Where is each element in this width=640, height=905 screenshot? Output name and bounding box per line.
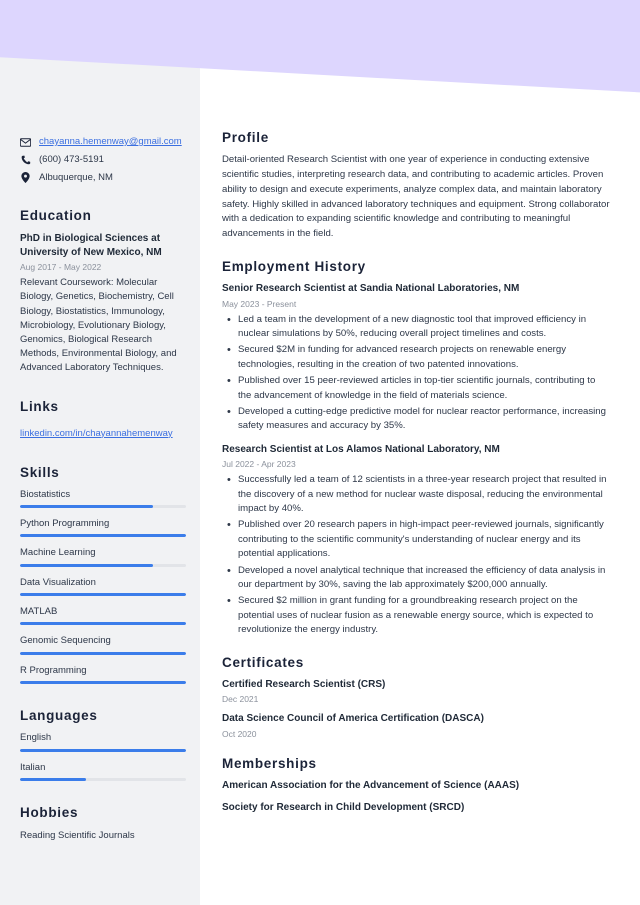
hobbies-heading: Hobbies xyxy=(20,804,79,820)
contact-location-text: Albuquerque, NM xyxy=(39,171,113,183)
job-entry: Research Scientist at Los Alamos Nationa… xyxy=(222,443,610,638)
skill-item: Genomic Sequencing xyxy=(20,635,186,655)
certificate-date: Oct 2020 xyxy=(222,728,257,739)
skill-item: R Programming xyxy=(20,664,186,685)
job-role: Senior Research Scientist at Sandia Nati… xyxy=(222,283,520,295)
skill-level-fill xyxy=(20,534,186,538)
map-pin-icon xyxy=(20,172,31,184)
skill-label: R Programming xyxy=(20,664,87,676)
memberships-list: American Association for the Advancement… xyxy=(222,779,610,815)
language-label: Italian xyxy=(20,761,46,773)
jobs-list: Senior Research Scientist at Sandia Nati… xyxy=(222,282,610,637)
languages-heading: Languages xyxy=(20,708,98,724)
job-date: Jul 2022 - Apr 2023 xyxy=(222,459,296,470)
skill-level-fill xyxy=(20,681,186,685)
education-heading: Education xyxy=(20,208,92,224)
contact-email[interactable]: chayanna.hemenway@gmail.com xyxy=(20,136,186,149)
job-entry: Senior Research Scientist at Sandia Nati… xyxy=(222,282,610,434)
skill-label: MATLAB xyxy=(20,606,58,618)
language-level-track xyxy=(20,777,186,781)
skill-item: Data Visualization xyxy=(20,576,186,597)
skill-level-fill xyxy=(20,563,153,567)
job-bullet: Developed a cutting-edge predictive mode… xyxy=(222,404,610,434)
education-entry: PhD in Biological Sciences at University… xyxy=(20,232,186,374)
job-bullet: Published over 15 peer-reviewed articles… xyxy=(222,373,610,403)
certificates-section: Certificates Certified Research Scientis… xyxy=(222,655,610,739)
skill-level-fill xyxy=(20,505,153,509)
main-content: Profile Detail-oriented Research Scienti… xyxy=(200,0,640,832)
skill-label: Data Visualization xyxy=(20,576,96,588)
envelope-icon xyxy=(20,136,31,148)
resume-page: Chayanna Hemenway Research Scientist cha… xyxy=(0,0,640,905)
skill-item: Python Programming xyxy=(20,518,186,538)
memberships-section: Memberships American Association for the… xyxy=(222,756,610,815)
employment-heading: Employment History xyxy=(222,259,366,275)
links-heading: Links xyxy=(20,398,59,414)
skill-item: MATLAB xyxy=(20,606,186,626)
skill-level-fill xyxy=(20,593,186,597)
phone-icon xyxy=(20,154,31,166)
job-bullets: Successfully led a team of 12 scientists… xyxy=(222,472,610,637)
profile-heading: Profile xyxy=(222,130,269,145)
certificate-entry: Certified Research Scientist (CRS) Dec 20… xyxy=(222,678,610,705)
sidebar-content: chayanna.hemenway@gmail.com (600) 473-51… xyxy=(0,0,200,843)
skill-label: Genomic Sequencing xyxy=(20,635,111,647)
job-bullets: Led a team in the development of a new d… xyxy=(222,312,610,434)
skill-level-track xyxy=(20,563,186,567)
skill-label: Biostatistics xyxy=(20,488,71,500)
job-bullet: Developed a novel analytical technique t… xyxy=(222,563,610,593)
skill-item: Machine Learning xyxy=(20,547,186,567)
certificate-entry: Data Science Council of America Certific… xyxy=(222,712,610,739)
certificates-heading: Certificates xyxy=(222,654,304,670)
job-bullet: Secured $2 million in grant funding for … xyxy=(222,593,610,637)
contact-phone-text: (600) 473-5191 xyxy=(39,153,104,165)
certificates-list: Certified Research Scientist (CRS) Dec 20… xyxy=(222,678,610,739)
skill-level-track xyxy=(20,681,186,685)
contact-email-link[interactable]: chayanna.hemenway@gmail.com xyxy=(39,136,182,149)
languages-list: English Italian xyxy=(20,732,186,781)
certificate-name: Certified Research Scientist (CRS) xyxy=(222,678,386,690)
skills-list: Biostatistics Python Programming Machine L… xyxy=(20,488,186,685)
contact-list: chayanna.hemenway@gmail.com (600) 473-51… xyxy=(20,136,186,184)
job-role: Research Scientist at Los Alamos Nationa… xyxy=(222,443,500,455)
education-date: Aug 2017 - May 2022 xyxy=(20,262,102,273)
job-bullet: Successfully led a team of 12 scientists… xyxy=(222,472,610,516)
language-label: English xyxy=(20,732,52,744)
certificate-date: Dec 2021 xyxy=(222,694,259,705)
profile-text: Detail-oriented Research Scientist with … xyxy=(222,154,610,240)
language-item: Italian xyxy=(20,762,186,781)
hobby-item: Reading Scientific Journals xyxy=(20,829,135,841)
skill-item: Biostatistics xyxy=(20,488,186,509)
contact-phone: (600) 473-5191 xyxy=(20,154,186,167)
contact-location: Albuquerque, NM xyxy=(20,172,186,185)
skill-level-fill xyxy=(20,651,186,655)
memberships-heading: Memberships xyxy=(222,755,317,771)
link-linkedin[interactable]: linkedin.com/in/chayannahemenway xyxy=(20,428,173,439)
education-degree: PhD in Biological Sciences at University… xyxy=(20,233,162,258)
skill-level-fill xyxy=(20,622,186,626)
skills-heading: Skills xyxy=(20,464,60,480)
membership-entry: Society for Research in Child Developmen… xyxy=(222,802,465,814)
skill-label: Python Programming xyxy=(20,518,110,530)
education-description: Relevant Coursework: Molecular Biology, … xyxy=(20,277,177,373)
language-item: English xyxy=(20,732,186,752)
job-bullet: Led a team in the development of a new d… xyxy=(222,312,610,342)
employment-section: Employment History Senior Research Scien… xyxy=(222,259,610,637)
skill-level-track xyxy=(20,622,186,626)
certificate-name: Data Science Council of America Certific… xyxy=(222,713,484,725)
skill-level-track xyxy=(20,651,186,655)
language-level-fill xyxy=(20,748,186,752)
skill-level-track xyxy=(20,505,186,509)
skill-level-track xyxy=(20,534,186,538)
language-level-fill xyxy=(20,777,87,781)
skill-level-track xyxy=(20,593,186,597)
job-date: May 2023 - Present xyxy=(222,298,297,309)
job-bullet: Published over 20 research papers in hig… xyxy=(222,517,610,561)
profile-section: Profile Detail-oriented Research Scienti… xyxy=(222,130,610,242)
membership-entry: American Association for the Advancement… xyxy=(222,779,520,791)
language-level-track xyxy=(20,748,186,752)
job-bullet: Secured $2M in funding for advanced rese… xyxy=(222,342,610,372)
skill-label: Machine Learning xyxy=(20,547,96,559)
